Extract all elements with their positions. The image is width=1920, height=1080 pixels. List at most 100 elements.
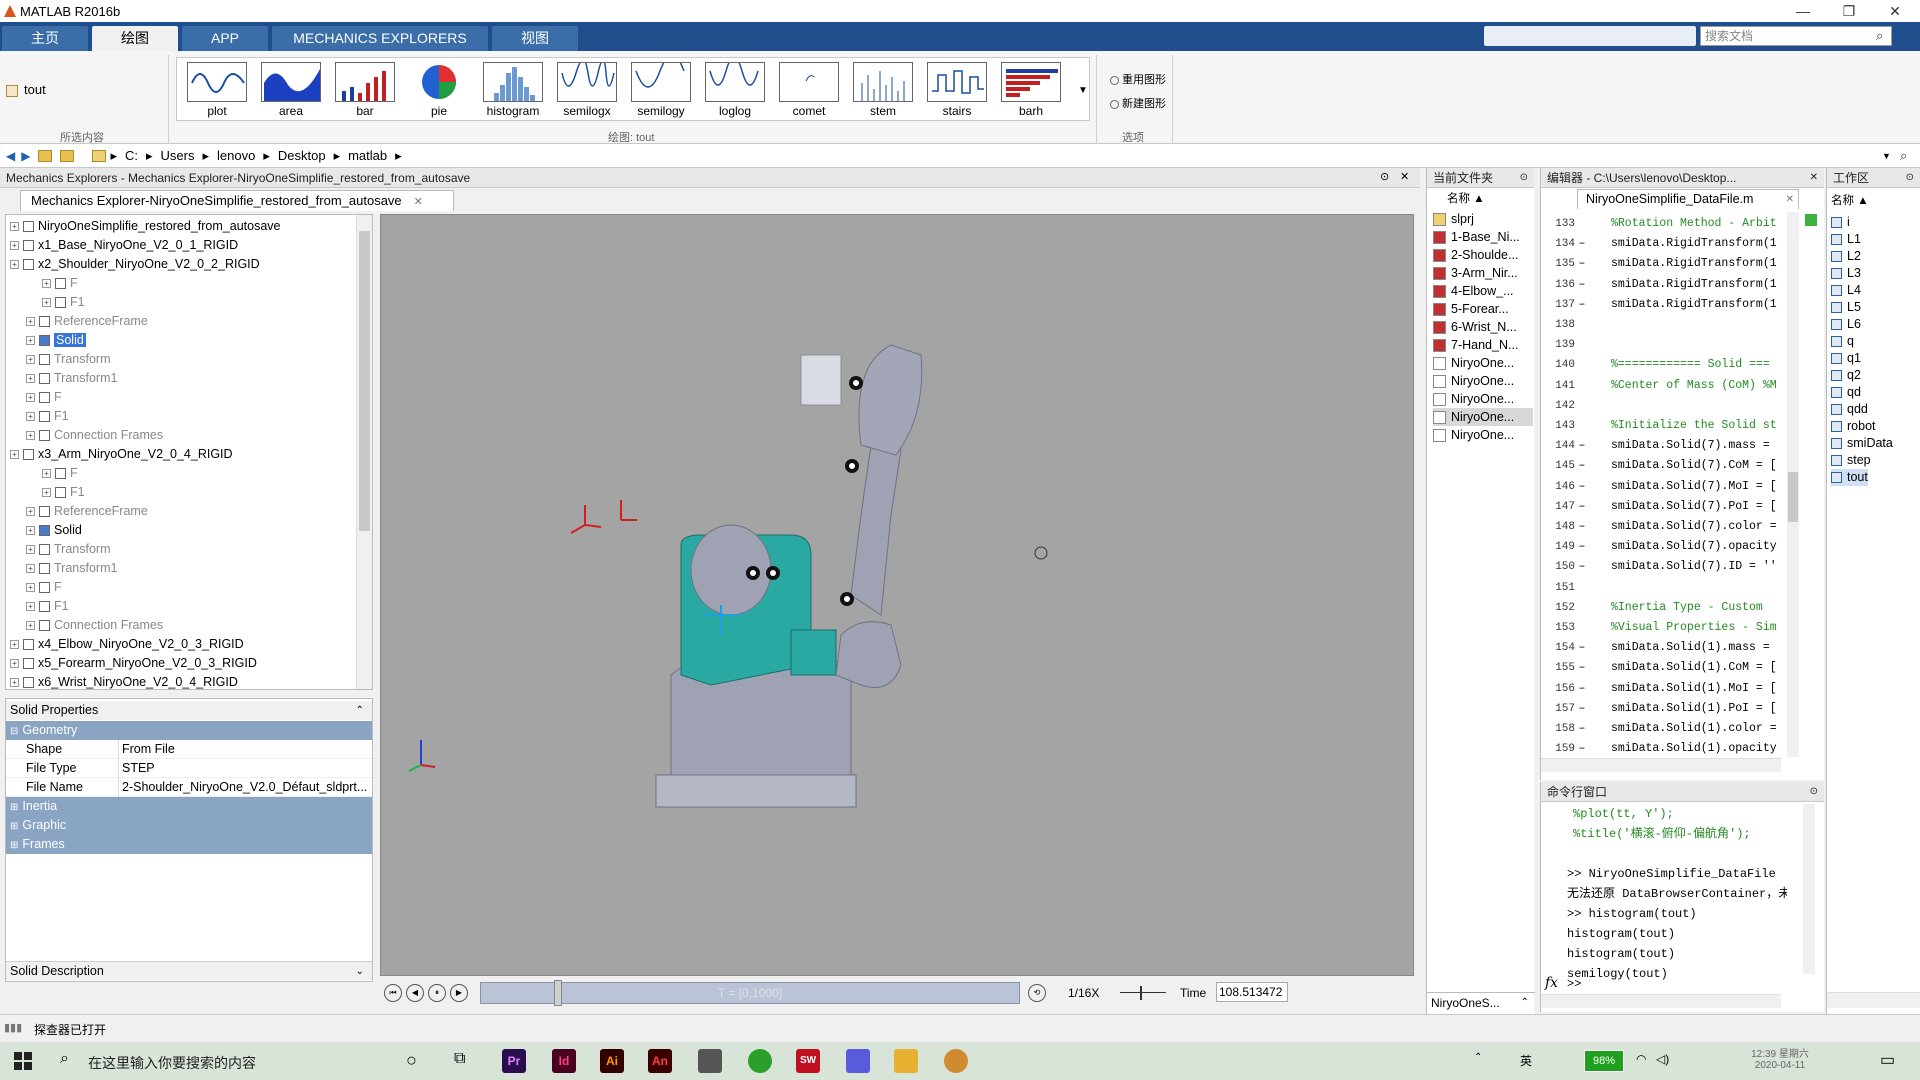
expand-icon[interactable]: +: [10, 640, 19, 650]
expand-icon[interactable]: +: [42, 279, 51, 289]
expand-icon[interactable]: +: [10, 678, 19, 688]
expand-icon[interactable]: +: [42, 469, 51, 479]
code-line[interactable]: 134– smiData.RigidTransform(1: [1541, 234, 1781, 254]
collapse-icon[interactable]: ⌃: [356, 701, 364, 720]
gallery-expand-icon[interactable]: ▼: [1078, 85, 1088, 96]
code-analyzer-indicator[interactable]: [1805, 214, 1817, 226]
tree-item[interactable]: + Connection Frames: [26, 616, 163, 635]
tree-item[interactable]: + F1: [42, 293, 85, 312]
breakpoint-marker[interactable]: –: [1575, 234, 1589, 254]
workspace-variable[interactable]: q: [1831, 333, 1854, 350]
breakpoint-marker[interactable]: –: [1575, 456, 1589, 476]
solid-description-bar[interactable]: Solid Description ⌄: [6, 961, 372, 980]
file-item[interactable]: NiryoOne...: [1433, 408, 1533, 426]
file-item[interactable]: 4-Elbow_...: [1433, 282, 1533, 300]
file-item[interactable]: 2-Shoulde...: [1433, 246, 1533, 264]
semilogy-button[interactable]: semilogy: [625, 60, 697, 122]
prop-value[interactable]: From File: [118, 740, 372, 759]
expand-icon[interactable]: +: [10, 241, 19, 251]
back-arrow-icon[interactable]: ◀: [6, 149, 15, 163]
breakpoint-marker[interactable]: –: [1575, 638, 1589, 658]
workspace-variable[interactable]: L6: [1831, 316, 1861, 333]
expand-icon[interactable]: +: [26, 526, 35, 536]
speed-slider[interactable]: [1120, 992, 1166, 993]
tab-apps[interactable]: APP: [182, 26, 268, 51]
file-item[interactable]: NiryoOne...: [1433, 354, 1533, 372]
code-line[interactable]: 135– smiData.RigidTransform(1: [1541, 254, 1781, 274]
workspace-variable[interactable]: L5: [1831, 299, 1861, 316]
expand-icon[interactable]: +: [26, 317, 35, 327]
windows-start-icon[interactable]: [14, 1052, 32, 1070]
file-item[interactable]: NiryoOne...: [1433, 426, 1533, 444]
code-line[interactable]: 158– smiData.Solid(1).color =: [1541, 719, 1781, 739]
code-line[interactable]: 144– smiData.Solid(7).mass =: [1541, 436, 1781, 456]
code-line[interactable]: 138: [1541, 315, 1781, 335]
breakpoint-marker[interactable]: –: [1575, 658, 1589, 678]
code-line[interactable]: 154– smiData.Solid(1).mass =: [1541, 638, 1781, 658]
tab-close-icon[interactable]: ✕: [414, 196, 423, 208]
expand-icon[interactable]: +: [10, 260, 19, 270]
tree-item[interactable]: + x2_Shoulder_NiryoOne_V2_0_2_RIGID: [10, 255, 260, 274]
breadcrumb-c[interactable]: C:: [125, 148, 138, 163]
expand-icon[interactable]: +: [26, 621, 35, 631]
barh-button[interactable]: barh: [995, 60, 1067, 122]
tree-item[interactable]: + x6_Wrist_NiryoOne_V2_0_4_RIGID: [10, 673, 238, 689]
workspace-variable[interactable]: L1: [1831, 231, 1861, 248]
file-item[interactable]: 7-Hand_N...: [1433, 336, 1533, 354]
editor-hscrollbar[interactable]: [1541, 758, 1781, 772]
tree-item[interactable]: + F: [42, 274, 78, 293]
expand-icon[interactable]: +: [42, 298, 51, 308]
editor-scrollbar-thumb[interactable]: [1788, 472, 1798, 522]
ime-icon[interactable]: 英: [1520, 1052, 1532, 1069]
tree-item[interactable]: + F: [26, 578, 62, 597]
expand-icon[interactable]: +: [10, 659, 19, 669]
workspace-variable[interactable]: i: [1831, 214, 1850, 231]
comet-button[interactable]: comet: [773, 60, 845, 122]
notification-icon[interactable]: ▭: [1880, 1050, 1895, 1070]
workspace-variable[interactable]: q2: [1831, 367, 1861, 384]
breakpoint-marker[interactable]: –: [1575, 699, 1589, 719]
up-folder-icon[interactable]: [38, 149, 53, 162]
tab-view[interactable]: 视图: [492, 26, 578, 51]
expand-icon[interactable]: +: [26, 431, 35, 441]
new-figure-radio[interactable]: 新建图形: [1110, 95, 1166, 111]
workspace-variable[interactable]: qdd: [1831, 401, 1868, 418]
expand-icon[interactable]: +: [26, 545, 35, 555]
code-line[interactable]: 136– smiData.RigidTransform(1: [1541, 275, 1781, 295]
code-line[interactable]: 137– smiData.RigidTransform(1: [1541, 295, 1781, 315]
file-explorer-icon[interactable]: [894, 1049, 918, 1073]
address-dropdown-icon[interactable]: ▼: [1882, 151, 1891, 161]
animate-icon[interactable]: An: [648, 1049, 672, 1073]
close-button[interactable]: ✕: [1872, 0, 1918, 22]
workspace-variable[interactable]: tout: [1831, 469, 1868, 486]
breakpoint-marker[interactable]: –: [1575, 295, 1589, 315]
browser-icon[interactable]: [748, 1049, 772, 1073]
bar-button[interactable]: bar: [329, 60, 401, 122]
code-line[interactable]: 159– smiData.Solid(1).opacity: [1541, 739, 1781, 759]
step-forward-icon[interactable]: ▶: [450, 984, 468, 1002]
stairs-button[interactable]: stairs: [921, 60, 993, 122]
code-line[interactable]: 152 %Inertia Type - Custom: [1541, 598, 1781, 618]
tree-item[interactable]: + F1: [26, 407, 69, 426]
plot-button[interactable]: plot: [181, 60, 253, 122]
panel-close-icon[interactable]: ✕: [1400, 170, 1409, 183]
tree-item[interactable]: + Solid: [26, 331, 86, 350]
breakpoint-marker[interactable]: –: [1575, 254, 1589, 274]
maximize-button[interactable]: ❐: [1826, 0, 1872, 22]
command-prompt[interactable]: >>: [1567, 977, 1581, 991]
breakpoint-marker[interactable]: –: [1575, 557, 1589, 577]
clock[interactable]: 12:39 星期六 2020-04-11: [1740, 1045, 1820, 1071]
code-line[interactable]: 156– smiData.Solid(1).MoI = [: [1541, 679, 1781, 699]
expand-icon[interactable]: +: [10, 450, 19, 460]
panel-actions-icon[interactable]: ⊙: [1810, 782, 1818, 802]
tab-plots[interactable]: 绘图: [92, 26, 178, 51]
tree-item[interactable]: + ReferenceFrame: [26, 312, 148, 331]
forward-arrow-icon[interactable]: ▶: [21, 149, 30, 163]
tree-item[interactable]: + Connection Frames: [26, 426, 163, 445]
tree-item[interactable]: + F: [26, 388, 62, 407]
histogram-button[interactable]: histogram: [477, 60, 549, 122]
tab-mechanics-explorer[interactable]: Mechanics Explorer-NiryoOneSimplifie_res…: [20, 190, 454, 211]
expand-icon[interactable]: +: [26, 393, 35, 403]
speaker-icon[interactable]: ◁): [1656, 1052, 1669, 1066]
code-line[interactable]: 148– smiData.Solid(7).color =: [1541, 517, 1781, 537]
